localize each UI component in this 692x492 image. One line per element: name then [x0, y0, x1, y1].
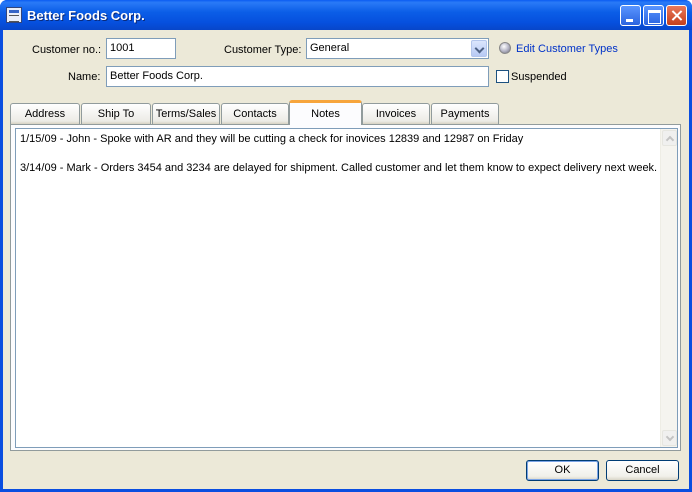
edit-types-icon[interactable]	[499, 42, 511, 54]
tab-contacts[interactable]: Contacts	[221, 103, 289, 124]
note-line: 3/14/09 - Mark - Orders 3454 and 3234 ar…	[20, 162, 658, 174]
app-icon[interactable]	[6, 7, 22, 23]
customer-no-label: Customer no.:	[32, 44, 102, 56]
tab-ship-to[interactable]: Ship To	[81, 103, 151, 124]
customer-type-value: General	[310, 42, 350, 54]
tab-payments[interactable]: Payments	[431, 103, 499, 124]
suspended-label[interactable]: Suspended	[511, 71, 567, 83]
scroll-down-icon[interactable]	[662, 430, 677, 446]
cancel-button[interactable]: Cancel	[606, 460, 679, 481]
tab-invoices[interactable]: Invoices	[362, 103, 430, 124]
customer-window: Better Foods Corp. Customer no.: 1001 Cu…	[0, 0, 692, 492]
name-field[interactable]: Better Foods Corp.	[106, 66, 489, 87]
window-title: Better Foods Corp.	[27, 8, 145, 23]
tab-notes[interactable]: Notes	[289, 100, 362, 125]
chevron-down-icon[interactable]	[471, 40, 487, 57]
customer-type-select[interactable]: General	[306, 38, 489, 59]
customer-type-label: Customer Type:	[224, 44, 302, 56]
ok-button[interactable]: OK	[526, 460, 599, 481]
close-button[interactable]	[666, 5, 687, 26]
title-bar[interactable]: Better Foods Corp.	[0, 0, 692, 30]
suspended-checkbox[interactable]	[496, 70, 509, 83]
note-line: 1/15/09 - John - Spoke with AR and they …	[20, 133, 524, 145]
customer-no-field[interactable]: 1001	[106, 38, 176, 59]
vertical-scrollbar[interactable]	[660, 129, 677, 447]
dialog-body: Customer no.: 1001 Customer Type: Genera…	[3, 30, 689, 489]
scroll-up-icon[interactable]	[662, 130, 677, 146]
maximize-button[interactable]	[643, 5, 664, 26]
tab-address[interactable]: Address	[10, 103, 80, 124]
tab-terms-sales[interactable]: Terms/Sales	[152, 103, 220, 124]
minimize-button[interactable]	[620, 5, 641, 26]
notes-textarea[interactable]: 1/15/09 - John - Spoke with AR and they …	[15, 128, 678, 448]
edit-customer-types-link[interactable]: Edit Customer Types	[516, 43, 618, 55]
tab-panel-notes: 1/15/09 - John - Spoke with AR and they …	[10, 124, 681, 451]
name-label: Name:	[68, 71, 101, 83]
